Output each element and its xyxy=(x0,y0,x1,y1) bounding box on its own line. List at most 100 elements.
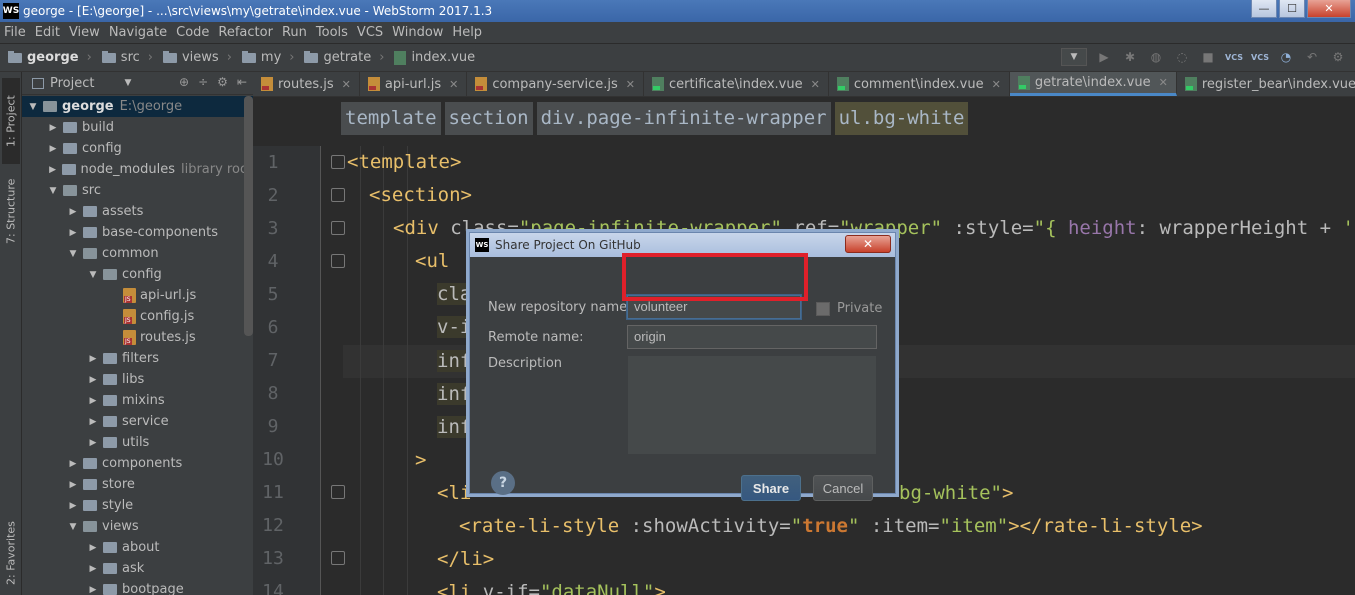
tree-item[interactable]: ▶ about xyxy=(22,537,253,558)
editor-tab[interactable]: certificate\index.vue ✕ xyxy=(644,72,829,96)
menu-edit[interactable]: Edit xyxy=(35,25,60,40)
run-config-dropdown[interactable]: ▼ xyxy=(1061,48,1087,66)
menu-run[interactable]: Run xyxy=(282,25,307,40)
nav-crumb-views[interactable]: views › xyxy=(162,50,232,65)
debug-icon[interactable]: ✱ xyxy=(1121,48,1139,66)
tool-tab-project[interactable]: 1: Project xyxy=(2,78,20,164)
minimize-button[interactable]: — xyxy=(1251,0,1277,18)
editor-tab[interactable]: company-service.js ✕ xyxy=(467,72,644,96)
chevron-right-icon[interactable]: ▶ xyxy=(66,228,80,238)
tree-item[interactable]: ▶ mixins xyxy=(22,390,253,411)
tree-item[interactable]: ▶ libs xyxy=(22,369,253,390)
tree-item[interactable]: ▶ ask xyxy=(22,558,253,579)
editor-tab[interactable]: routes.js ✕ xyxy=(253,72,360,96)
project-view-label[interactable]: Project xyxy=(50,76,94,91)
tree-item[interactable]: ▼ config xyxy=(22,264,253,285)
chevron-right-icon[interactable]: ▶ xyxy=(46,144,60,154)
chevron-down-icon[interactable]: ▼ xyxy=(66,249,80,259)
tree-item[interactable]: ▶ store xyxy=(22,474,253,495)
profile-icon[interactable]: ◌ xyxy=(1173,48,1191,66)
tree-item[interactable]: ▼ views xyxy=(22,516,253,537)
code-breadcrumb-ul[interactable]: ul.bg-white xyxy=(834,101,969,135)
description-textarea[interactable] xyxy=(627,355,877,455)
project-scrollbar[interactable] xyxy=(244,96,253,336)
code-breadcrumb-section[interactable]: section xyxy=(444,101,533,135)
menu-window[interactable]: Window xyxy=(392,25,443,40)
chevron-down-icon[interactable]: ▼ xyxy=(86,270,100,280)
code-breadcrumb-template[interactable]: template xyxy=(341,101,441,135)
chevron-right-icon[interactable]: ▶ xyxy=(66,501,80,511)
tree-item[interactable]: ▼ src xyxy=(22,180,253,201)
close-tab-icon[interactable]: ✕ xyxy=(626,78,635,91)
chevron-right-icon[interactable]: ▶ xyxy=(66,207,80,217)
menu-help[interactable]: Help xyxy=(452,25,482,40)
close-tab-icon[interactable]: ✕ xyxy=(1159,76,1168,89)
tree-item[interactable]: ▶ base-components xyxy=(22,222,253,243)
chevron-right-icon[interactable]: ▶ xyxy=(46,165,59,175)
tree-item[interactable]: routes.js xyxy=(22,327,253,348)
scroll-from-source-icon[interactable]: ⊕ xyxy=(179,75,189,89)
chevron-right-icon[interactable]: ▶ xyxy=(86,354,100,364)
menu-view[interactable]: View xyxy=(69,25,100,40)
chevron-down-icon[interactable]: ▼ xyxy=(124,78,131,88)
menu-file[interactable]: File xyxy=(4,25,26,40)
tree-item[interactable]: ▶ config xyxy=(22,138,253,159)
nav-crumb-getrate[interactable]: getrate › xyxy=(304,50,384,65)
chevron-down-icon[interactable]: ▼ xyxy=(66,522,80,532)
gear-icon[interactable]: ⚙ xyxy=(217,75,228,89)
collapse-all-icon[interactable]: ÷ xyxy=(198,75,208,89)
menu-vcs[interactable]: VCS xyxy=(357,25,383,40)
tree-item[interactable]: ▶ filters xyxy=(22,348,253,369)
vcs-commit-icon[interactable]: VCS xyxy=(1251,48,1269,66)
tree-item[interactable]: ▶ utils xyxy=(22,432,253,453)
tree-item[interactable]: ▶ components xyxy=(22,453,253,474)
chevron-right-icon[interactable]: ▶ xyxy=(86,375,100,385)
history-icon[interactable]: ◔ xyxy=(1277,48,1295,66)
chevron-right-icon[interactable]: ▶ xyxy=(86,543,100,553)
menu-refactor[interactable]: Refactor xyxy=(218,25,273,40)
run-icon[interactable]: ▶ xyxy=(1095,48,1113,66)
chevron-right-icon[interactable]: ▶ xyxy=(86,438,100,448)
nav-crumb-george[interactable]: george › xyxy=(8,50,92,65)
chevron-down-icon[interactable]: ▼ xyxy=(46,186,60,196)
tool-tab-favorites[interactable]: 2: Favorites xyxy=(2,512,20,595)
tree-item[interactable]: ▼ common xyxy=(22,243,253,264)
menu-code[interactable]: Code xyxy=(176,25,209,40)
close-tab-icon[interactable]: ✕ xyxy=(449,78,458,91)
tree-item[interactable]: ▶ bootpage xyxy=(22,579,253,595)
editor-tab[interactable]: getrate\index.vue ✕ xyxy=(1009,72,1177,96)
tree-item[interactable]: ▶ style xyxy=(22,495,253,516)
tree-item[interactable]: api-url.js xyxy=(22,285,253,306)
chevron-down-icon[interactable]: ▼ xyxy=(26,102,40,112)
nav-crumb-src[interactable]: src › xyxy=(101,50,153,65)
menu-tools[interactable]: Tools xyxy=(316,25,348,40)
cancel-button[interactable]: Cancel xyxy=(813,475,873,501)
chevron-right-icon[interactable]: ▶ xyxy=(86,585,100,595)
coverage-icon[interactable]: ◍ xyxy=(1147,48,1165,66)
help-icon[interactable]: ? xyxy=(491,471,515,495)
maximize-button[interactable]: ☐ xyxy=(1279,0,1305,18)
revert-icon[interactable]: ↶ xyxy=(1303,48,1321,66)
close-tab-icon[interactable]: ✕ xyxy=(811,78,820,91)
chevron-right-icon[interactable]: ▶ xyxy=(46,123,60,133)
chevron-right-icon[interactable]: ▶ xyxy=(86,417,100,427)
tree-item[interactable]: ▶ node_modules library root xyxy=(22,159,253,180)
code-breadcrumb-div[interactable]: div.page-infinite-wrapper xyxy=(536,101,831,135)
window-close-button[interactable]: ✕ xyxy=(1307,0,1351,18)
editor-tab[interactable]: register_bear\index.vue✕ xyxy=(1177,72,1355,96)
remote-name-input[interactable]: origin xyxy=(627,325,877,349)
editor-tab[interactable]: comment\index.vue ✕ xyxy=(829,72,1010,96)
dialog-close-button[interactable]: ✕ xyxy=(845,235,891,253)
tree-item[interactable]: ▶ service xyxy=(22,411,253,432)
menu-navigate[interactable]: Navigate xyxy=(109,25,167,40)
nav-crumb-index-vue[interactable]: index.vue xyxy=(394,50,475,65)
editor-tab[interactable]: api-url.js ✕ xyxy=(360,72,468,96)
chevron-right-icon[interactable]: ▶ xyxy=(86,564,100,574)
share-button[interactable]: Share xyxy=(741,475,801,501)
nav-crumb-my[interactable]: my › xyxy=(241,50,294,65)
tree-item[interactable]: ▼ george E:\george xyxy=(22,96,253,117)
hide-panel-icon[interactable]: ⇤ xyxy=(237,75,247,89)
private-checkbox[interactable]: Private xyxy=(816,301,882,316)
tree-item[interactable]: ▶ assets xyxy=(22,201,253,222)
tool-tab-structure[interactable]: 7: Structure xyxy=(2,164,20,258)
